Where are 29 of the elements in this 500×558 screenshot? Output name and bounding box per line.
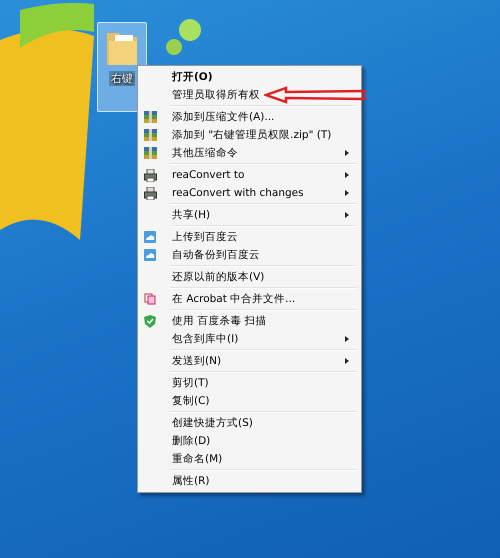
menu-item[interactable]: 复制(C) [140,392,359,410]
menu-item[interactable]: 添加到 "右键管理员权限.zip" (T) [140,126,359,144]
archive-icon [144,147,157,159]
printer-icon [144,168,157,182]
menu-item[interactable]: 还原以前的版本(V) [140,268,359,286]
menu-item[interactable]: 删除(D) [140,432,359,450]
menu-item[interactable]: 重命名(M) [140,450,359,468]
file-name: 右键 [109,71,135,86]
archive-icon [144,129,157,141]
cloud-icon [144,231,156,243]
menu-item[interactable]: 包含到库中(I) [140,330,359,348]
menu-item[interactable]: 属性(R) [140,472,359,490]
menu-item[interactable]: 在 Acrobat 中合并文件... [140,290,359,308]
menu-item[interactable]: 发送到(N) [140,352,359,370]
menu-item[interactable]: 共享(H) [140,206,359,224]
menu-item[interactable]: 其他压缩命令 [140,144,359,162]
printer-icon [144,186,157,200]
menu-item[interactable]: 创建快捷方式(S) [140,414,359,432]
menu-item[interactable]: reaConvert to [140,166,359,184]
menu-item[interactable]: 使用 百度杀毒 扫描 [140,312,359,330]
menu-item[interactable]: 自动备份到百度云 [140,246,359,264]
hexagon-drawing [166,19,201,55]
document-icon [144,293,156,305]
menu-item[interactable]: reaConvert with changes [140,184,359,202]
menu-item[interactable]: 剪切(T) [140,374,359,392]
archive-icon [144,111,157,123]
shield-icon [144,314,156,328]
menu-item[interactable]: 上传到百度云 [140,228,359,246]
cloud-icon [144,249,156,261]
